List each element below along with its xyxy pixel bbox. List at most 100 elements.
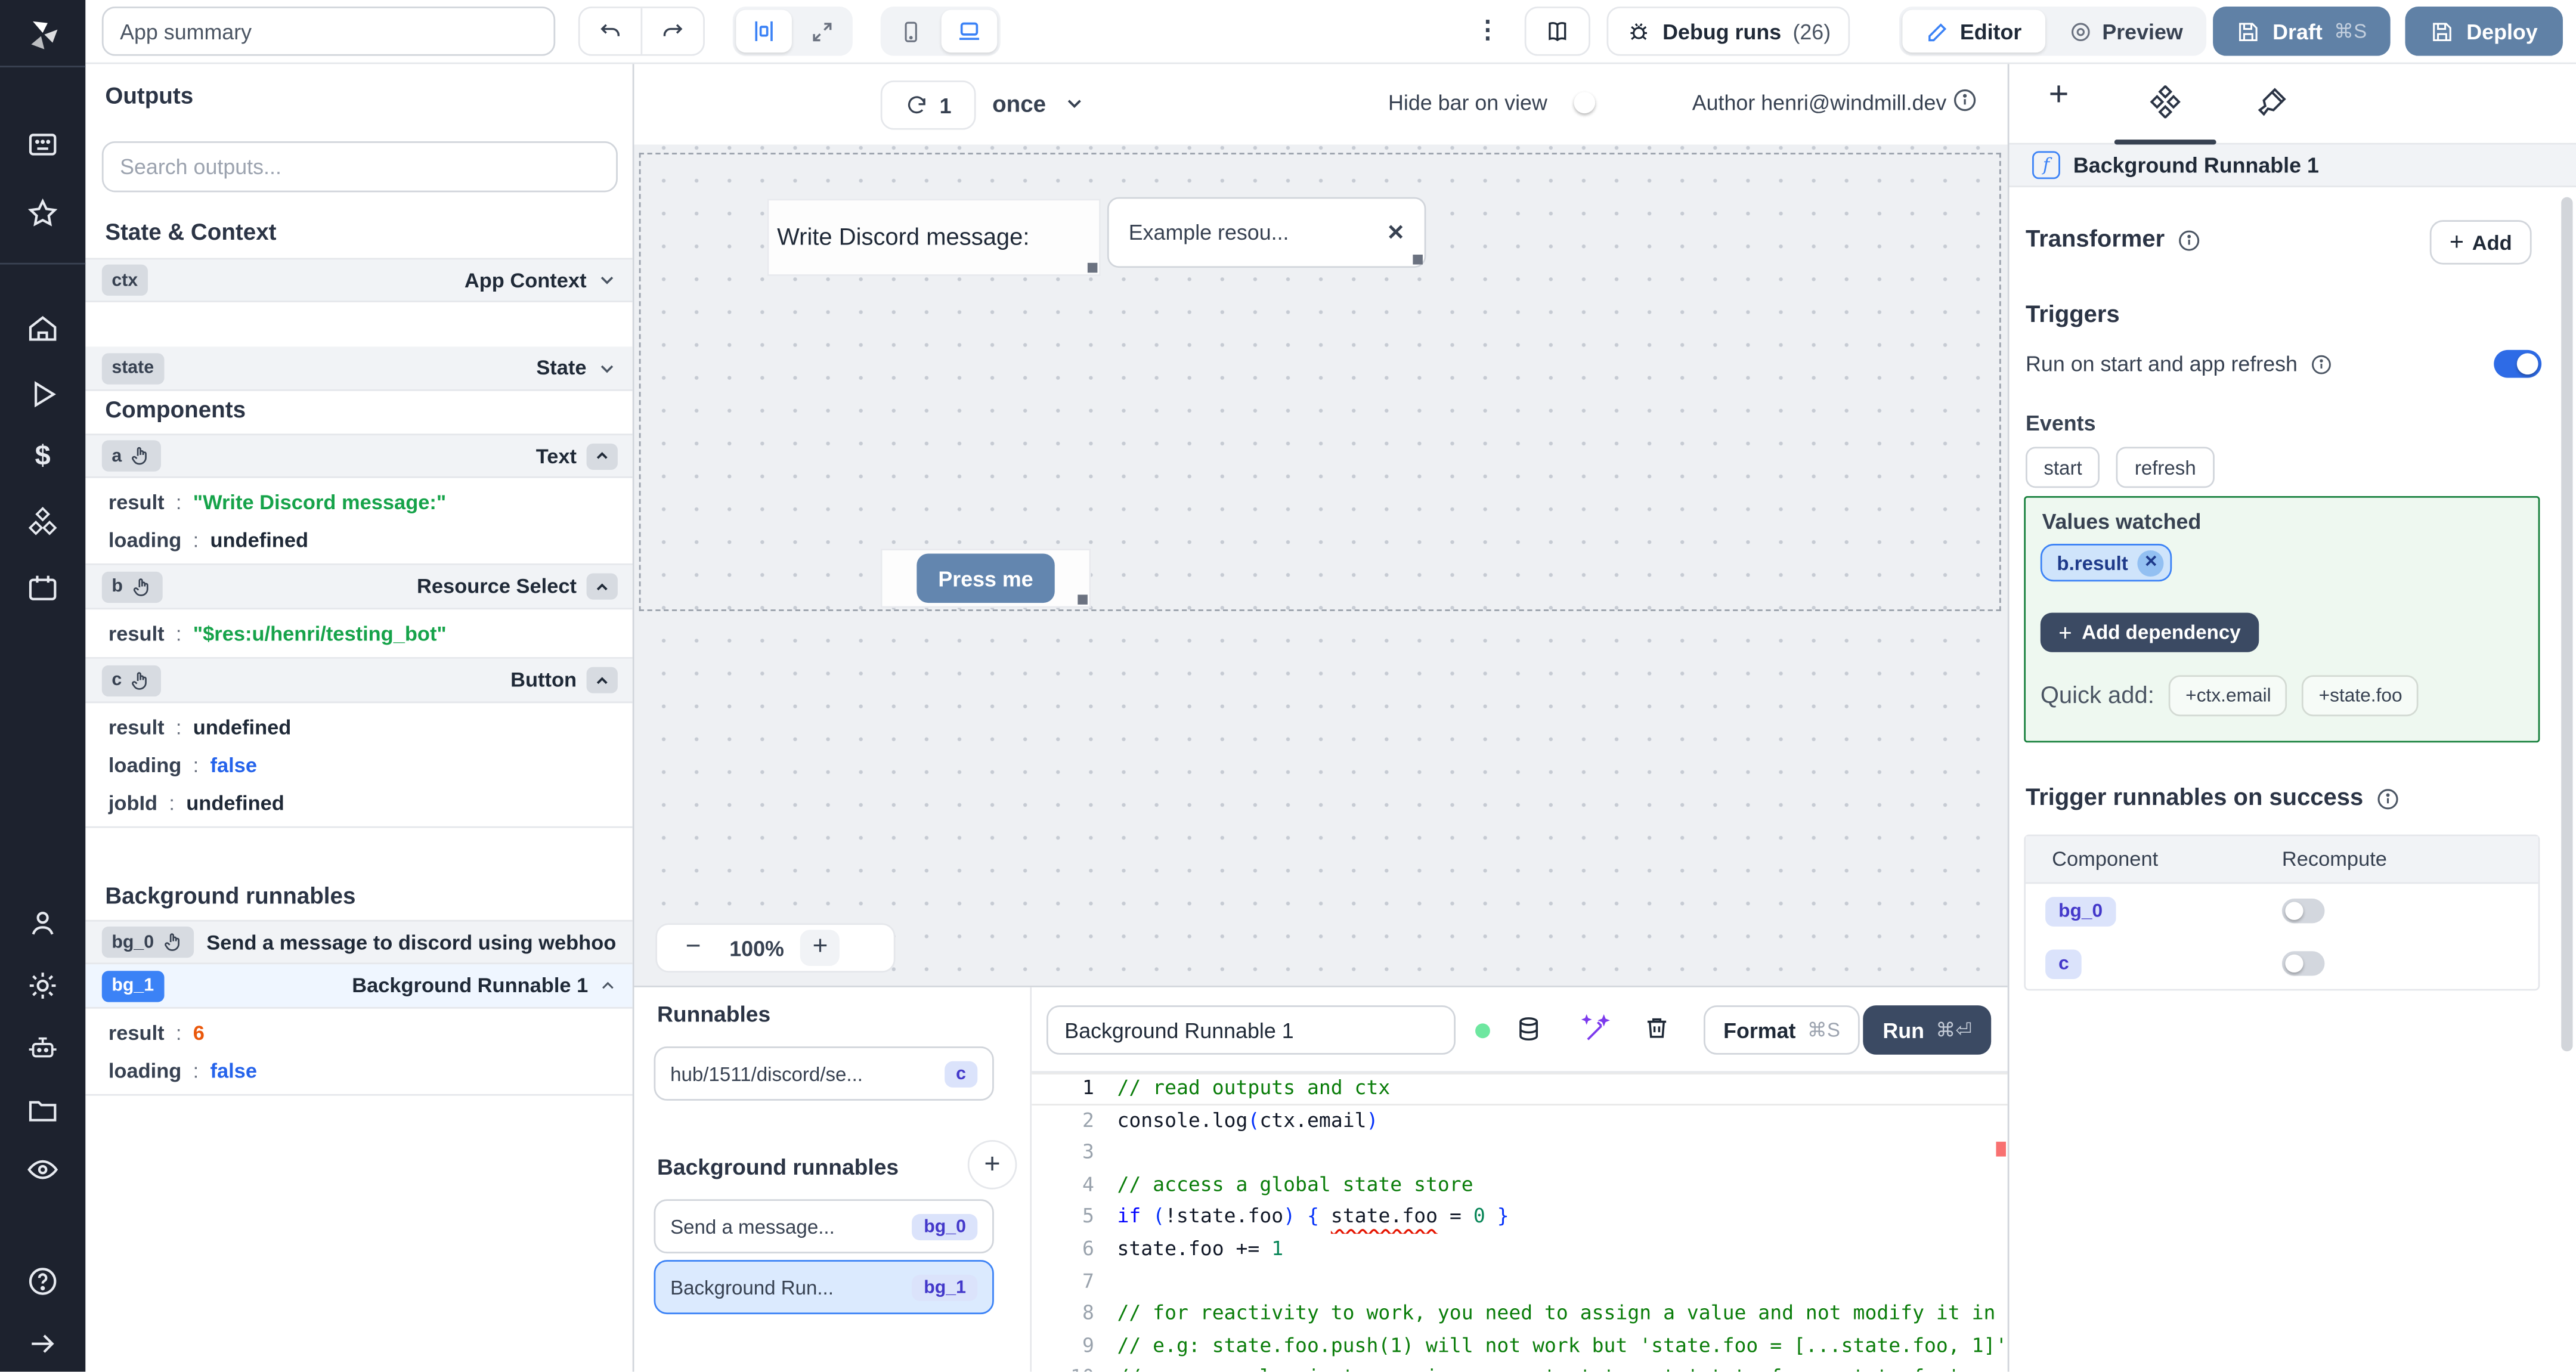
- scrollbar[interactable]: [2561, 197, 2573, 1052]
- tab-styling[interactable]: [2256, 85, 2289, 118]
- search-outputs-input[interactable]: Search outputs...: [101, 141, 618, 193]
- help-icon[interactable]: [26, 1265, 59, 1297]
- prop-row[interactable]: loading: false: [85, 1051, 632, 1089]
- runnable-item-bg1-selected[interactable]: Background Run... bg_1: [654, 1260, 994, 1315]
- prop-row[interactable]: result: undefined: [85, 708, 632, 745]
- save-icon: [2433, 22, 2452, 41]
- draft-button[interactable]: Draft ⌘S: [2213, 7, 2391, 56]
- windmill-logo-icon[interactable]: [23, 15, 63, 54]
- audit-eye-icon[interactable]: [26, 1153, 59, 1186]
- undo-button[interactable]: [580, 8, 641, 54]
- run-on-start-toggle[interactable]: [2494, 349, 2542, 378]
- runnable-item-bg0[interactable]: Send a message... bg_0: [654, 1199, 994, 1254]
- app-summary-value: App summary: [120, 18, 252, 44]
- runnable-item-main[interactable]: hub/1511/discord/se... c: [654, 1046, 994, 1101]
- event-chip-start[interactable]: start: [2026, 447, 2100, 488]
- values-watched-box: Values watched b.result ✕ + Add dependen…: [2024, 496, 2540, 743]
- state-row[interactable]: state State: [85, 346, 633, 391]
- left-nav: $: [0, 0, 86, 1372]
- cache-database-icon[interactable]: [1515, 1015, 1543, 1043]
- collapse-chevron-up-icon[interactable]: [586, 442, 618, 469]
- variables-icon[interactable]: $: [26, 440, 59, 473]
- row-badge-bg0: bg_0: [2045, 897, 2116, 927]
- prop-row[interactable]: result: "$res:u/henri/testing_bot": [85, 614, 632, 652]
- debug-runs-label: Debug runs: [1662, 18, 1782, 44]
- refresh-button[interactable]: 1: [880, 80, 976, 130]
- component-a-row[interactable]: a Text: [85, 433, 633, 478]
- windmill-app-editor: $ App summary ⋮ Debug runs (26) Editor P…: [0, 0, 2576, 1372]
- tab-editor[interactable]: Editor: [1902, 10, 2045, 53]
- apps-icon[interactable]: [26, 128, 59, 161]
- ctx-row[interactable]: ctx App Context: [85, 258, 633, 302]
- prop-row[interactable]: result: "Write Discord message:": [85, 483, 632, 521]
- clear-x-icon[interactable]: ✕: [1387, 219, 1405, 246]
- desktop-view-button[interactable]: [941, 10, 998, 53]
- folders-icon[interactable]: [26, 1094, 59, 1127]
- add-transformer-button[interactable]: + Add: [2429, 220, 2532, 265]
- zoom-out-button[interactable]: −: [674, 930, 713, 966]
- docs-book-button[interactable]: [1524, 7, 1590, 56]
- resource-select-component[interactable]: Example resou... ✕: [1107, 197, 1426, 268]
- user-icon[interactable]: [26, 907, 59, 940]
- schedule-dropdown[interactable]: once: [992, 80, 1085, 126]
- tab-insert-component[interactable]: +: [2049, 76, 2069, 115]
- quick-add-ctx-email[interactable]: +ctx.email: [2169, 675, 2288, 717]
- device-seg-control: [880, 7, 1001, 56]
- format-button[interactable]: Format ⌘S: [1704, 1005, 1860, 1055]
- run-button[interactable]: Run ⌘⏎: [1863, 1005, 1992, 1055]
- table-row: c: [2026, 936, 2538, 989]
- ai-wand-icon[interactable]: [1580, 1014, 1610, 1043]
- schedules-icon[interactable]: [26, 572, 59, 605]
- press-me-button[interactable]: Press me: [917, 553, 1055, 603]
- info-icon: [2178, 230, 2199, 250]
- runs-icon[interactable]: [26, 378, 59, 411]
- recompute-toggle-bg0[interactable]: [2281, 897, 2325, 922]
- zoom-in-button[interactable]: +: [800, 930, 840, 966]
- recompute-toggle-c[interactable]: [2281, 950, 2325, 975]
- prop-row[interactable]: loading: false: [85, 746, 632, 783]
- event-chip-refresh[interactable]: refresh: [2116, 447, 2215, 488]
- save-icon: [2239, 22, 2258, 41]
- refresh-count: 1: [939, 92, 952, 117]
- kebab-menu-icon[interactable]: ⋮: [1475, 15, 1500, 45]
- quick-add-state-foo[interactable]: +state.foo: [2302, 675, 2419, 717]
- prop-row[interactable]: jobId: undefined: [85, 783, 632, 821]
- code-editor[interactable]: 1// read outputs and ctx 2 console.log(ctx…: [1032, 1073, 2008, 1372]
- watched-value-chip[interactable]: b.result ✕: [2040, 543, 2173, 582]
- layout-seg-control: [732, 7, 853, 56]
- bg1-row-selected[interactable]: bg_1 Background Runnable 1: [85, 964, 633, 1009]
- center-layout-button[interactable]: [736, 10, 792, 53]
- component-b-row[interactable]: b Resource Select: [85, 565, 633, 610]
- chevron-down-icon: [600, 277, 614, 284]
- collapse-arrow-icon[interactable]: [26, 1327, 59, 1360]
- prop-row[interactable]: loading: undefined: [85, 521, 632, 558]
- tab-component-settings[interactable]: [2149, 85, 2182, 119]
- app-canvas[interactable]: Write Discord message: Example resou... …: [634, 144, 2008, 986]
- app-summary-input[interactable]: App summary: [101, 7, 556, 56]
- ctx-type-label: App Context: [464, 268, 587, 292]
- debug-runs-button[interactable]: Debug runs (26): [1606, 7, 1851, 56]
- fullwidth-layout-button[interactable]: [795, 10, 849, 53]
- workers-robot-icon[interactable]: [26, 1032, 59, 1064]
- favorites-star-icon[interactable]: [26, 197, 59, 230]
- settings-gear-icon[interactable]: [26, 970, 59, 1002]
- component-c-row[interactable]: c Button: [85, 658, 633, 704]
- delete-trash-icon[interactable]: [1643, 1014, 1671, 1042]
- bg0-row[interactable]: bg_0 Send a message to discord using web…: [85, 919, 633, 965]
- mobile-view-button[interactable]: [884, 10, 938, 53]
- collapse-chevron-up-icon[interactable]: [586, 667, 618, 693]
- deploy-button[interactable]: Deploy: [2405, 7, 2563, 56]
- collapse-chevron-up-icon[interactable]: [586, 573, 618, 600]
- add-runnable-button[interactable]: +: [967, 1140, 1017, 1190]
- remove-watch-x-icon[interactable]: ✕: [2138, 549, 2165, 576]
- runnable-name-input[interactable]: Background Runnable 1: [1046, 1005, 1456, 1055]
- info-icon[interactable]: [1952, 87, 1978, 113]
- add-dependency-button[interactable]: + Add dependency: [2040, 612, 2259, 652]
- text-component[interactable]: Write Discord message:: [767, 199, 1101, 276]
- redo-button[interactable]: [640, 8, 703, 54]
- prop-row[interactable]: result:6: [85, 1014, 632, 1051]
- home-icon[interactable]: [26, 312, 59, 345]
- col-recompute: Recompute: [2281, 847, 2387, 871]
- resources-icon[interactable]: [26, 506, 59, 539]
- tab-preview[interactable]: Preview: [2048, 10, 2202, 53]
